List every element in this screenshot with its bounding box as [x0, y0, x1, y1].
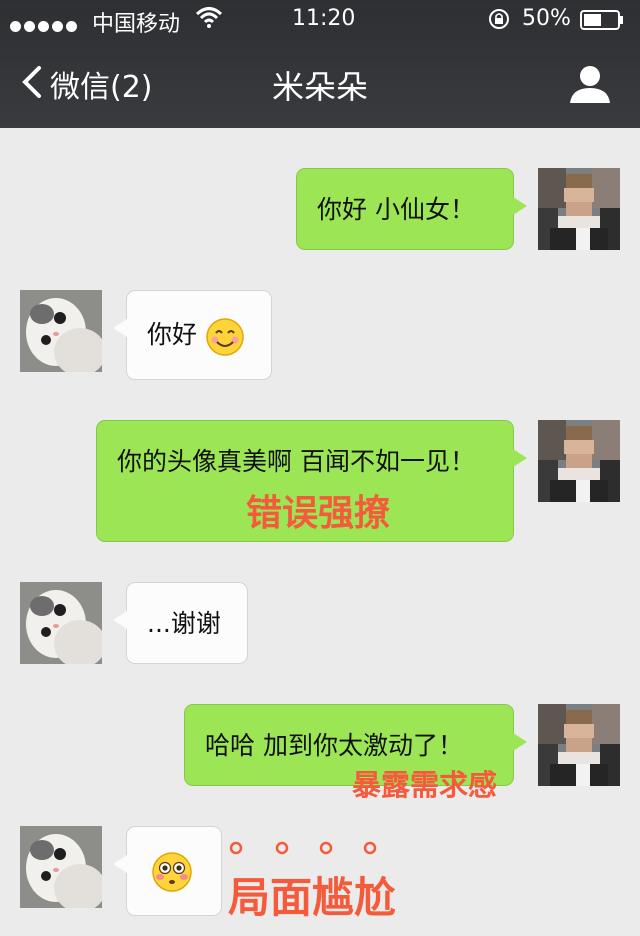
message-bubble-received[interactable]: ...谢谢	[113, 582, 248, 664]
battery-icon	[580, 10, 623, 30]
message-text: 哈哈 加到你太激动了！	[205, 731, 463, 760]
signal-icon	[10, 13, 80, 38]
navigation-bar: 微信(2) 米朵朵	[0, 40, 640, 128]
contact-profile-icon[interactable]	[568, 64, 612, 104]
message-bubble-received[interactable]	[113, 826, 222, 916]
chat-title: 米朵朵	[271, 68, 368, 106]
rotation-lock-icon	[489, 9, 509, 29]
emphasis-dots	[229, 841, 377, 855]
my-avatar[interactable]	[538, 168, 620, 250]
my-avatar[interactable]	[538, 420, 620, 502]
my-avatar[interactable]	[538, 704, 620, 786]
message-bubble-received[interactable]: 你好	[113, 290, 272, 380]
smiling-face-emoji-icon	[206, 318, 244, 356]
contact-avatar[interactable]	[20, 290, 102, 372]
carrier-label: 中国移动	[92, 12, 181, 37]
clock: 11:20	[292, 6, 356, 31]
annotation-label: 暴露需求感	[352, 768, 498, 802]
message-text: ...谢谢	[147, 609, 221, 638]
top-bar: 中国移动 11:20 50% 微信(2) 米朵朵	[0, 0, 640, 128]
battery-percent: 50%	[522, 6, 571, 31]
message-bubble-sent[interactable]: 你好 小仙女！	[296, 168, 527, 250]
annotation-label: 错误强撩	[246, 493, 391, 534]
annotation-label: 局面尴尬	[228, 873, 397, 922]
message-text: 你好 小仙女！	[317, 195, 475, 224]
message-text: 你的头像真美啊 百闻不如一见！	[117, 447, 475, 476]
message-text: 你好	[147, 320, 198, 349]
status-bar: 中国移动 11:20 50%	[0, 0, 640, 40]
contact-avatar[interactable]	[20, 582, 102, 664]
contact-avatar[interactable]	[20, 826, 102, 908]
flushed-face-emoji-icon	[152, 852, 192, 892]
wifi-icon	[196, 7, 222, 28]
